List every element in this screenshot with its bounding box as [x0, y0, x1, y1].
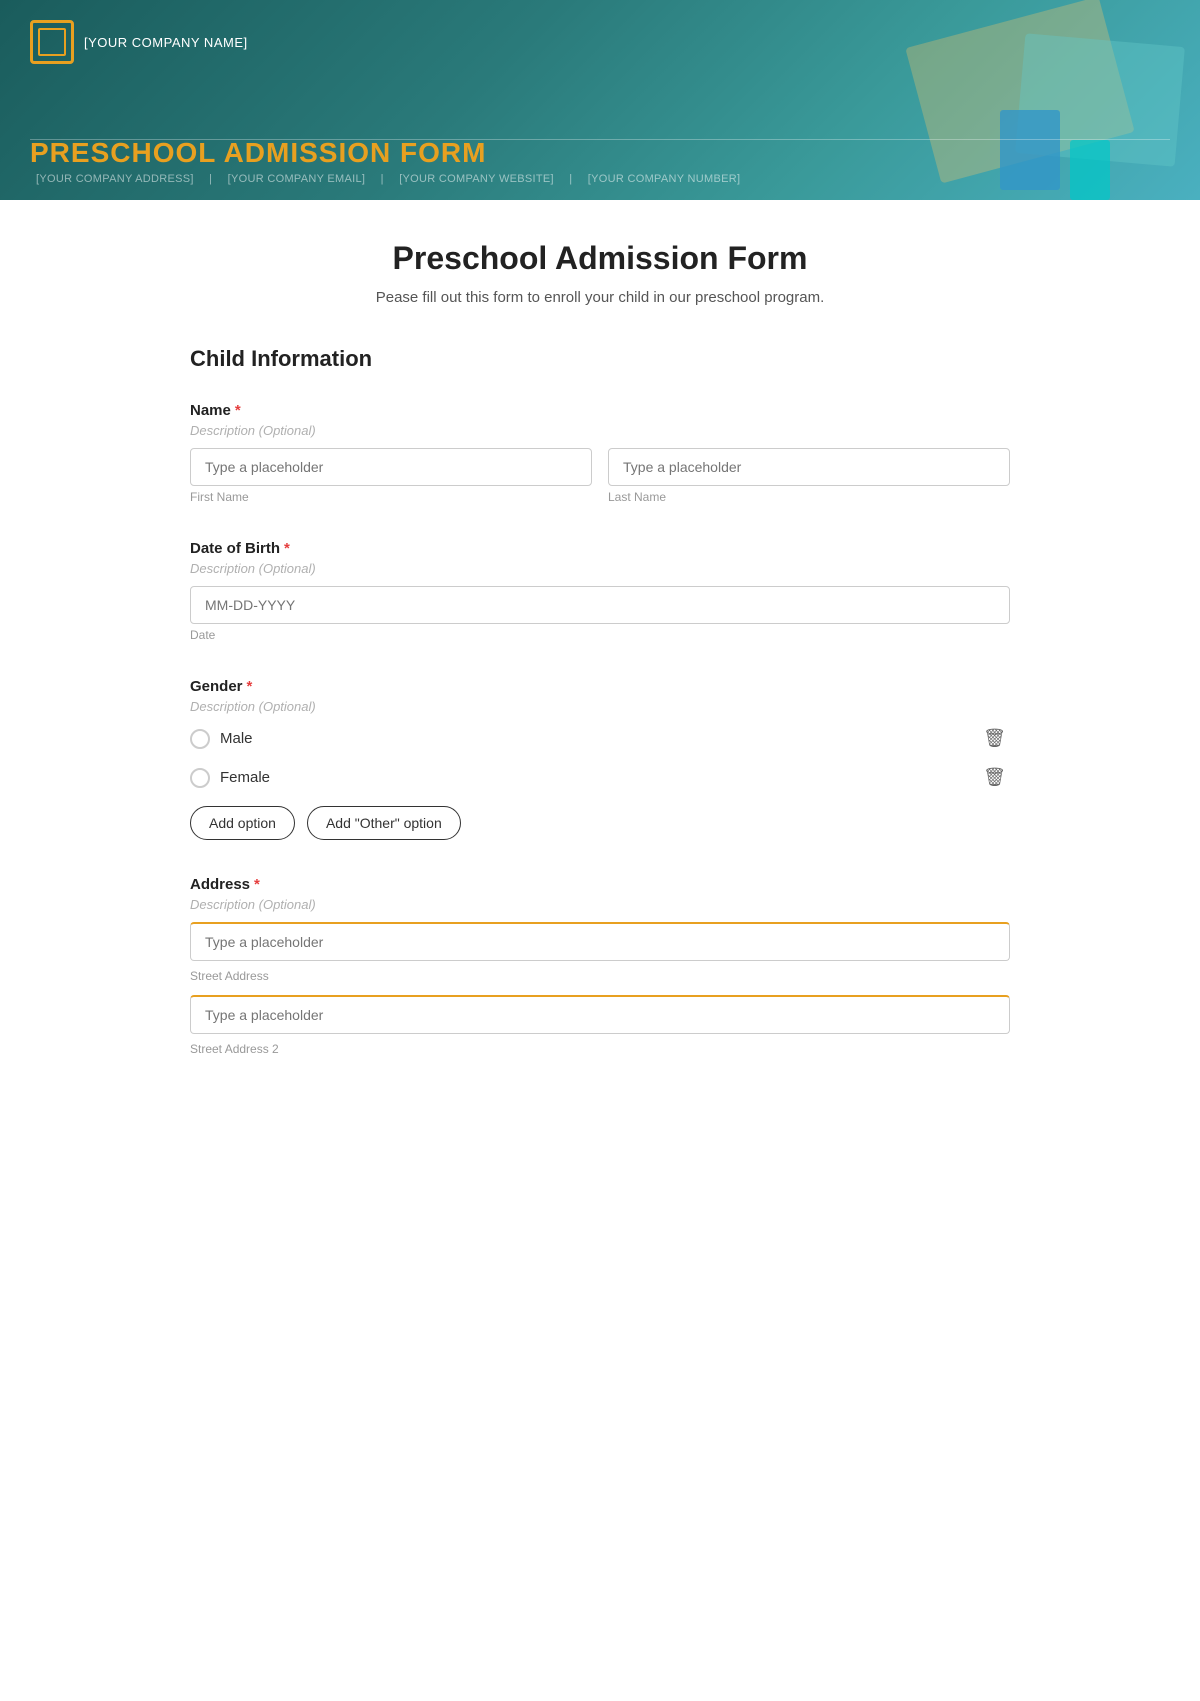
separator2: | [381, 173, 384, 185]
last-name-input[interactable] [608, 448, 1010, 486]
section-child-heading: Child Information [190, 346, 1010, 378]
header-website: [YOUR COMPANY WEBSITE] [399, 173, 554, 185]
first-name-wrapper: First Name [190, 448, 592, 504]
field-group-gender: Gender * Description (Optional) Male 🗑 F… [190, 678, 1010, 840]
gender-option-male-row: Male 🗑 [190, 724, 1010, 753]
field-group-address: Address * Description (Optional) Street … [190, 876, 1010, 1056]
address-description: Description (Optional) [190, 897, 1010, 912]
separator3: | [569, 173, 572, 185]
street2-input[interactable] [190, 995, 1010, 1034]
header-main-title: PRESCHOOL ADMISSION FORM [30, 137, 746, 169]
form-subtitle: Pease fill out this form to enroll your … [190, 289, 1010, 306]
dob-sublabel: Date [190, 628, 1010, 642]
address-required-star: * [254, 876, 260, 893]
header-contact-info: [YOUR COMPANY ADDRESS] | [YOUR COMPANY E… [30, 173, 746, 185]
gender-radio-male[interactable] [190, 729, 210, 749]
street1-input[interactable] [190, 922, 1010, 961]
dob-required-star: * [284, 540, 290, 557]
deco-shapes [880, 0, 1200, 200]
gender-label: Gender * [190, 678, 1010, 695]
logo-icon [30, 20, 74, 64]
header-email: [YOUR COMPANY EMAIL] [228, 173, 366, 185]
street1-wrapper: Street Address [190, 922, 1010, 983]
name-description: Description (Optional) [190, 423, 1010, 438]
gender-option-female-left: Female [190, 768, 270, 788]
gender-option-male-left: Male [190, 729, 253, 749]
street2-wrapper: Street Address 2 [190, 995, 1010, 1056]
field-group-dob: Date of Birth * Description (Optional) D… [190, 540, 1010, 642]
dob-input-wrapper: Date [190, 586, 1010, 642]
field-group-name: Name * Description (Optional) First Name… [190, 402, 1010, 504]
header-banner: [YOUR COMPANY NAME] PRESCHOOL ADMISSION … [0, 0, 1200, 200]
gender-label-female: Female [220, 769, 270, 786]
name-input-row: First Name Last Name [190, 448, 1010, 504]
first-name-input[interactable] [190, 448, 592, 486]
header-address: [YOUR COMPANY ADDRESS] [36, 173, 194, 185]
header-number: [YOUR COMPANY NUMBER] [588, 173, 741, 185]
name-label: Name * [190, 402, 1010, 419]
form-main-title: Preschool Admission Form [190, 240, 1010, 277]
dob-input[interactable] [190, 586, 1010, 624]
gender-delete-female-icon[interactable]: 🗑 [979, 763, 1010, 792]
main-content: Preschool Admission Form Pease fill out … [170, 200, 1030, 1152]
street1-sublabel: Street Address [190, 969, 1010, 983]
first-name-sublabel: First Name [190, 490, 592, 504]
street2-sublabel: Street Address 2 [190, 1042, 1010, 1056]
deco-shape-blue [1000, 110, 1060, 190]
name-required-star: * [235, 402, 241, 419]
gender-description: Description (Optional) [190, 699, 1010, 714]
separator1: | [209, 173, 212, 185]
gender-radio-female[interactable] [190, 768, 210, 788]
company-name-header: [YOUR COMPANY NAME] [84, 35, 248, 50]
add-other-option-button[interactable]: Add "Other" option [307, 806, 461, 840]
deco-shape-cyan [1070, 140, 1110, 200]
address-label: Address * [190, 876, 1010, 893]
gender-delete-male-icon[interactable]: 🗑 [979, 724, 1010, 753]
dob-description: Description (Optional) [190, 561, 1010, 576]
logo-inner-icon [38, 28, 66, 56]
gender-option-female-row: Female 🗑 [190, 763, 1010, 792]
gender-label-male: Male [220, 730, 253, 747]
header-logo-area: [YOUR COMPANY NAME] [30, 20, 248, 64]
dob-label: Date of Birth * [190, 540, 1010, 557]
last-name-wrapper: Last Name [608, 448, 1010, 504]
add-option-row: Add option Add "Other" option [190, 806, 1010, 840]
add-option-button[interactable]: Add option [190, 806, 295, 840]
gender-required-star: * [247, 678, 253, 695]
last-name-sublabel: Last Name [608, 490, 1010, 504]
header-title-area: PRESCHOOL ADMISSION FORM [YOUR COMPANY A… [30, 137, 746, 185]
